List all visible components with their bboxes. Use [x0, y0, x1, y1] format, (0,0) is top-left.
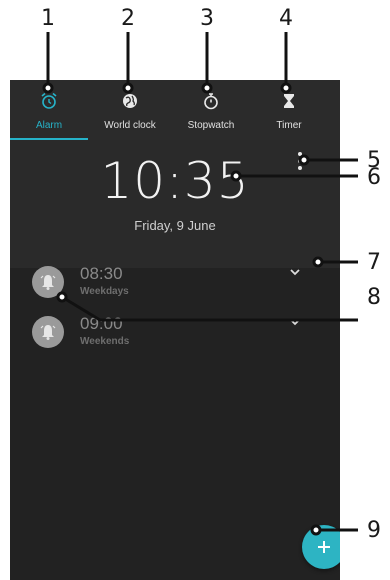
callout-number-3: 3	[200, 6, 214, 31]
alarm-clock-icon	[41, 92, 57, 109]
alarm-bell-icon	[40, 325, 56, 340]
current-time: 10:35	[100, 152, 250, 210]
tab-alarm[interactable]: Alarm	[10, 80, 88, 140]
callout-number-7: 7	[367, 250, 381, 275]
callout-number-8: 8	[367, 285, 381, 310]
callout-number-4: 4	[279, 6, 293, 31]
callout-number-2: 2	[121, 6, 135, 31]
tab-world-clock[interactable]: World clock	[88, 80, 172, 140]
stopwatch-icon	[204, 93, 218, 110]
clock-app-screen: Alarm World clock Stopwatch Timer 10:35 …	[10, 80, 340, 580]
alarm-bell-icon	[40, 275, 56, 290]
alarm-time: 09:00	[80, 314, 123, 333]
current-time-panel: 10:35 Friday, 9 June	[10, 140, 340, 268]
callout-number-6: 6	[367, 165, 381, 190]
alarm-item[interactable]: 09:00 Weekends	[10, 306, 340, 366]
tab-timer-label: Timer	[276, 120, 302, 131]
alarm-repeat-days: Weekdays	[80, 286, 129, 297]
alarm-time: 08:30	[80, 264, 123, 283]
alarm-toggle[interactable]	[32, 266, 64, 298]
plus-icon	[318, 541, 330, 553]
alarm-repeat-days: Weekends	[80, 336, 130, 347]
tab-stopwatch-label: Stopwatch	[187, 120, 235, 131]
tab-stopwatch[interactable]: Stopwatch	[172, 80, 250, 140]
tab-alarm-label: Alarm	[35, 120, 63, 131]
current-date: Friday, 9 June	[134, 218, 216, 233]
globe-icon	[123, 94, 137, 108]
tab-timer[interactable]: Timer	[250, 80, 328, 140]
chevron-down-icon[interactable]	[290, 318, 300, 326]
callout-number-9: 9	[367, 518, 381, 543]
alarm-toggle[interactable]	[32, 316, 64, 348]
hourglass-icon	[284, 94, 294, 108]
tab-bar: Alarm World clock Stopwatch Timer	[10, 80, 340, 140]
tab-world-clock-label: World clock	[104, 120, 156, 131]
callout-number-1: 1	[41, 6, 55, 31]
add-alarm-button[interactable]	[302, 525, 340, 569]
chevron-down-icon[interactable]	[290, 268, 300, 276]
